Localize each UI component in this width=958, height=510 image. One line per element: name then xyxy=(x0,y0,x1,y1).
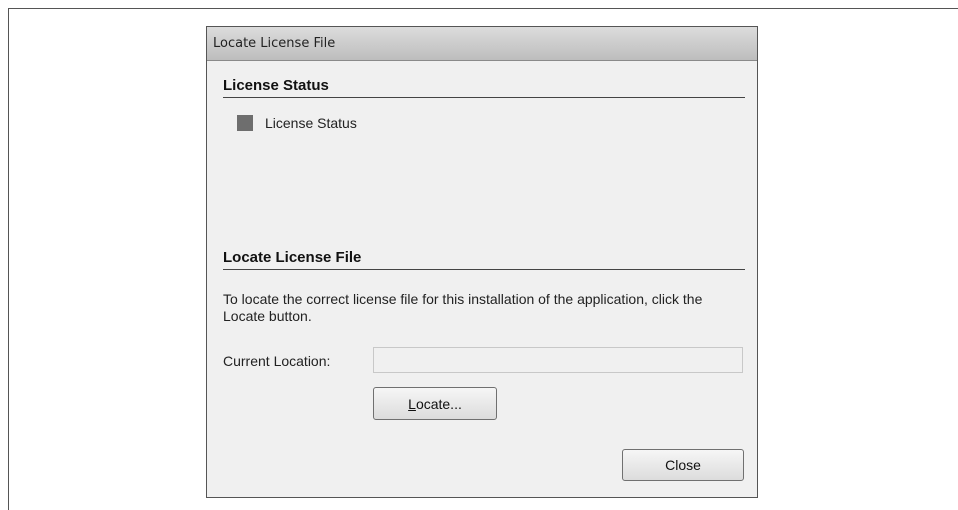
current-location-field[interactable] xyxy=(373,347,743,373)
locate-button-label: ocate... xyxy=(415,395,462,412)
locate-license-file-header: Locate License File xyxy=(223,249,745,270)
dialog-titlebar[interactable]: Locate License File xyxy=(207,27,757,61)
locate-license-dialog: Locate License File License Status Licen… xyxy=(206,26,758,498)
locate-instructions: To locate the correct license file for t… xyxy=(223,291,703,324)
close-button[interactable]: Close xyxy=(622,449,744,481)
dialog-title: Locate License File xyxy=(213,36,336,51)
locate-button[interactable]: Locate... xyxy=(373,387,497,420)
page-frame-top-border xyxy=(8,8,958,9)
locate-button-mnemonic: L xyxy=(408,395,416,412)
page-frame-left-border xyxy=(8,8,9,510)
license-status-header: License Status xyxy=(223,77,745,98)
current-location-label: Current Location: xyxy=(223,353,331,369)
license-status-label: License Status xyxy=(265,115,357,131)
license-status-item: License Status xyxy=(237,115,357,131)
status-swatch-icon xyxy=(237,115,253,131)
